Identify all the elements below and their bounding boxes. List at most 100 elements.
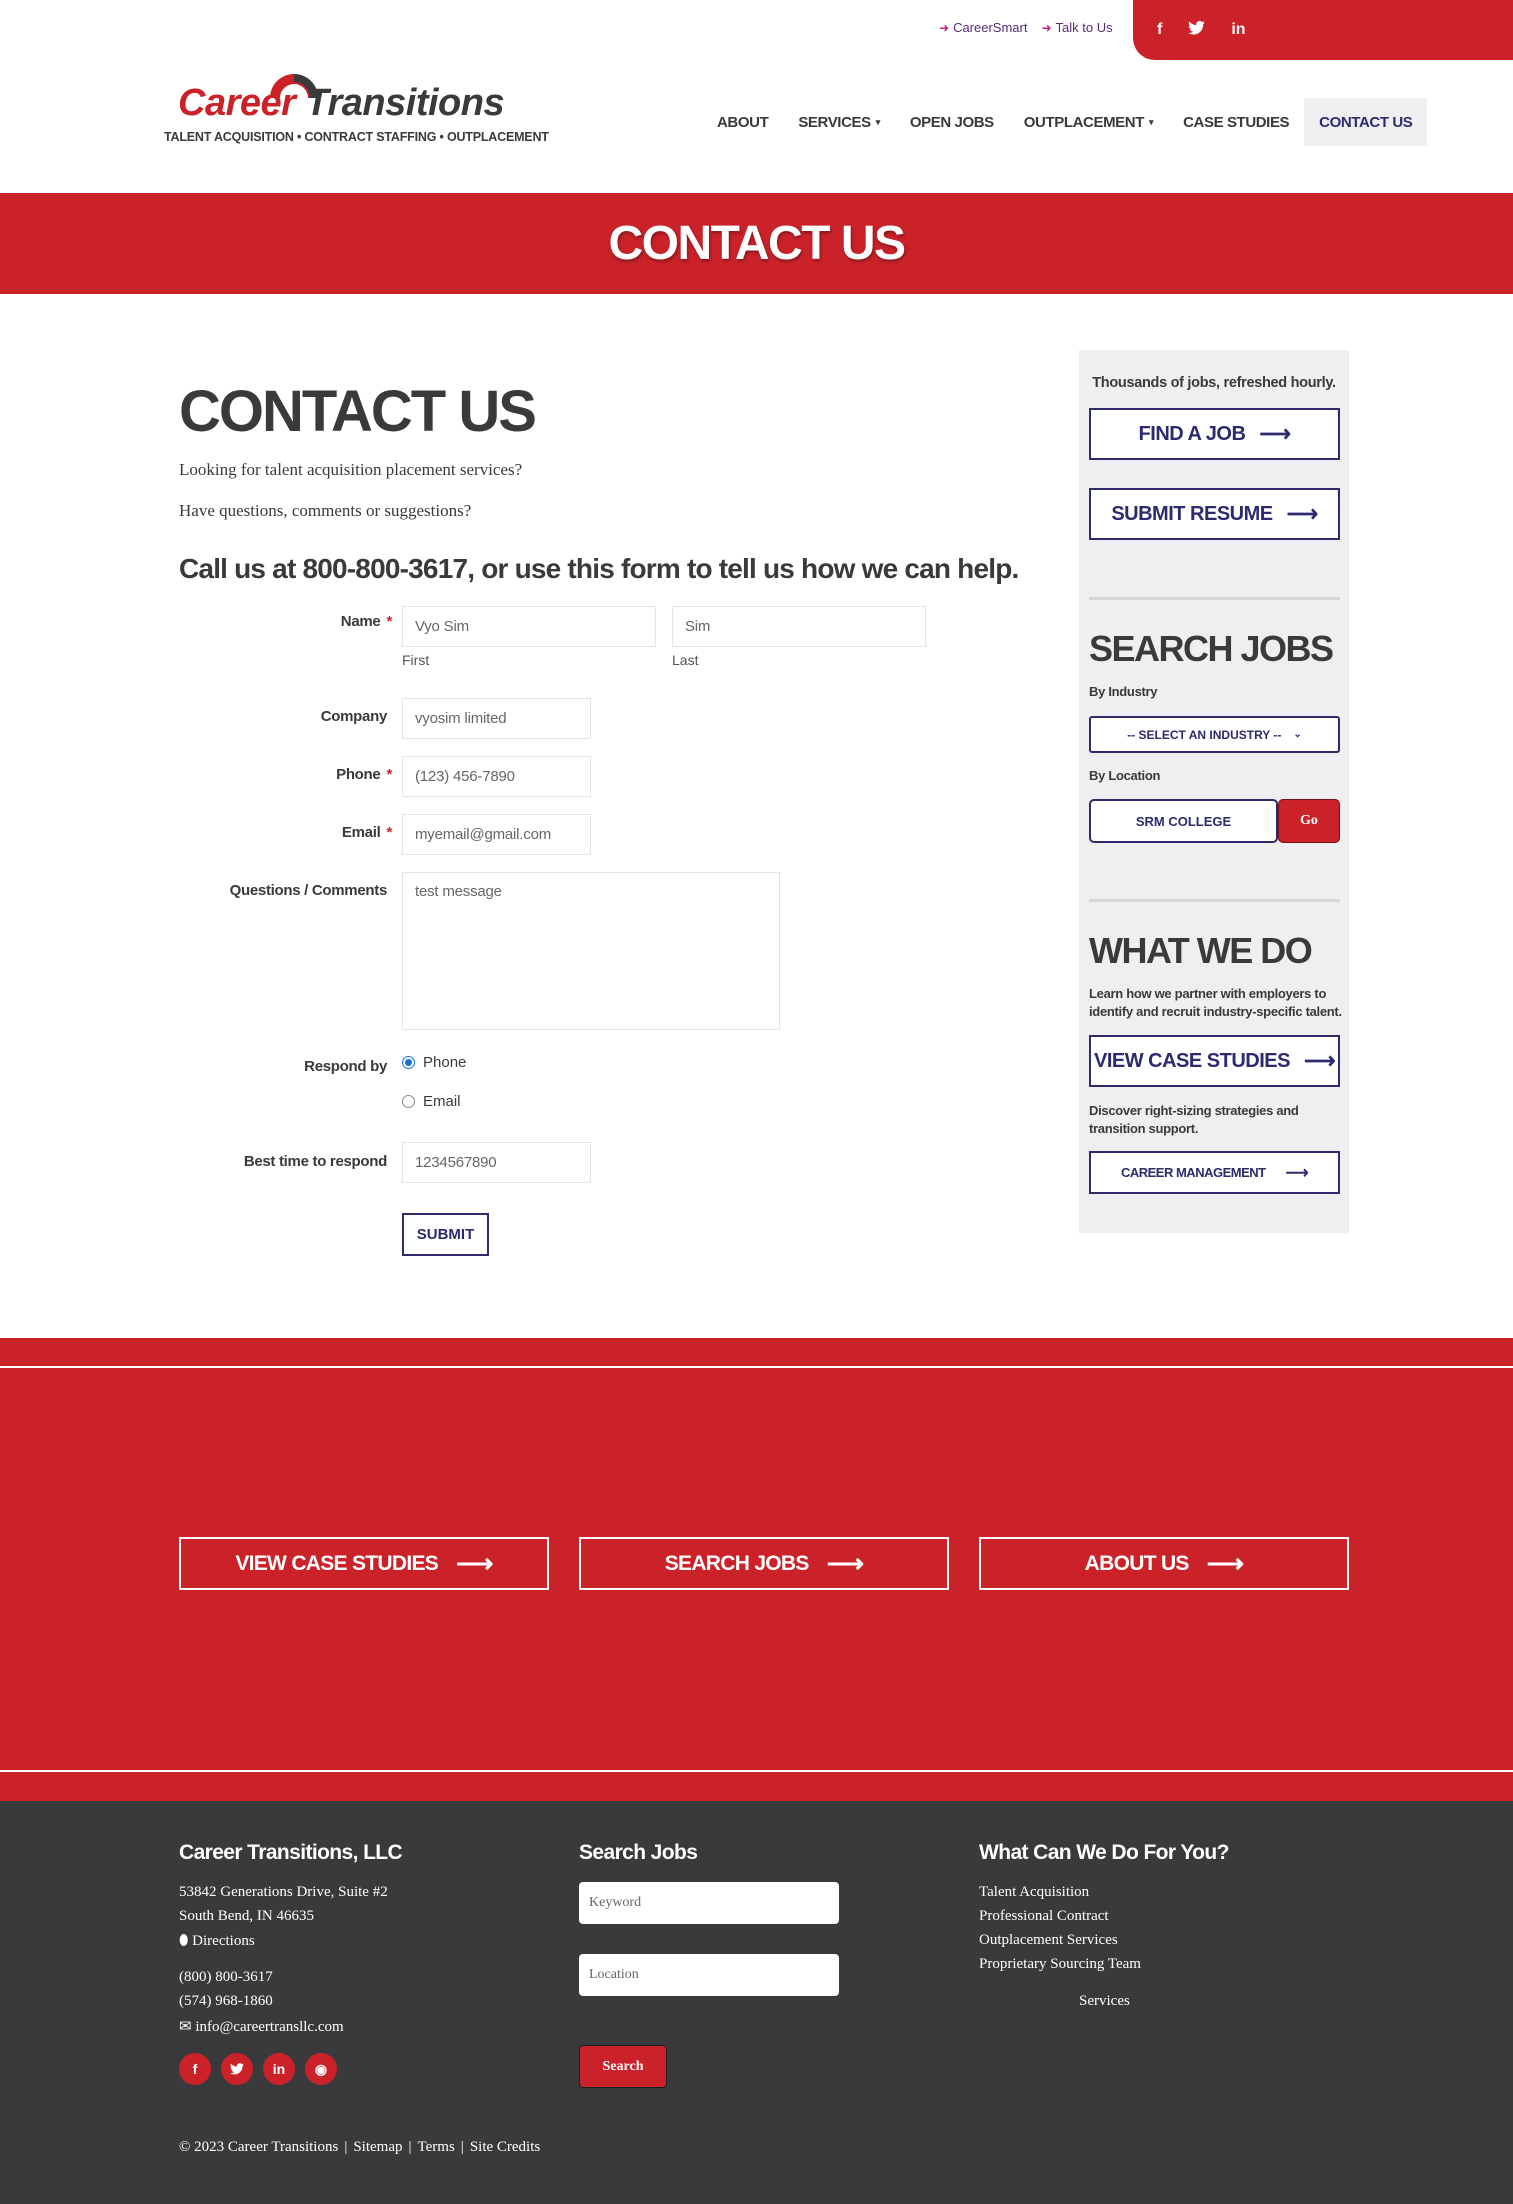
required-marker: * [386,824,392,841]
email-label-text: Email [341,824,381,841]
best-time-input[interactable]: 1234567890 [402,1142,591,1183]
company-input[interactable]: vyosim limited [402,698,591,739]
industry-select-value: -- SELECT AN INDUSTRY -- [1127,727,1282,742]
twitter-icon[interactable] [1188,20,1206,40]
respond-by-label: Respond by [304,1058,387,1075]
email-input[interactable]: myemail@gmail.com [402,814,591,855]
what-we-do-heading: WHAT WE DO [1089,930,1313,971]
email-label: Email * [342,824,392,841]
twitter-icon[interactable] [221,2053,253,2085]
first-name-input[interactable]: Vyo Sim [402,606,656,647]
nav-outplacement-label: OUTPLACEMENT [1023,113,1145,131]
respond-email-label: Email [423,1093,461,1110]
phone-label-text: Phone [336,766,381,783]
nav-contact-us[interactable]: CONTACT US [1304,98,1428,146]
sidebar: Thousands of jobs, refreshed hourly. FIN… [1079,350,1349,1233]
intro-text-2: Have questions, comments or suggestions? [179,501,472,520]
radio-unselected-icon[interactable] [402,1095,415,1108]
last-name-sublabel: Last [672,652,699,668]
separator: | [408,2139,412,2155]
cta-search-jobs-label: SEARCH JOBS [664,1551,810,1575]
nav-case-studies-label: CASE STUDIES [1183,113,1290,131]
footer-service-link[interactable]: Professional Contract [979,1908,1109,1925]
respond-email-radio[interactable]: Email [402,1093,461,1110]
respond-phone-label: Phone [423,1054,467,1071]
facebook-icon[interactable]: f [1157,21,1162,39]
nav-open-jobs[interactable]: OPEN JOBS [895,98,1009,146]
name-label-text: Name [340,613,381,630]
footer-service-link[interactable]: Proprietary Sourcing Team [979,1956,1141,1973]
footer-social-links: f in ◉ [179,2053,337,2085]
careersmart-label: CareerSmart [953,20,1028,35]
footer-service-link[interactable]: Outplacement Services [979,1932,1118,1949]
logo[interactable]: Career Transitions TALENT ACQUISITION • … [164,60,549,150]
page-title: CONTACT US [179,379,537,444]
career-management-button[interactable]: CAREER MANAGEMENT ⟶ [1089,1151,1340,1194]
sitemap-link[interactable]: Sitemap [353,2139,402,2156]
talk-to-us-link[interactable]: ➜ Talk to Us [1041,20,1112,35]
terms-link[interactable]: Terms [418,2139,455,2156]
footer-phone-2[interactable]: (574) 968-1860 [179,1993,273,2010]
logo-tagline: TALENT ACQUISITION • CONTRACT STAFFING •… [164,130,549,144]
comments-textarea[interactable]: test message [402,872,780,1030]
cta-divider-bottom [0,1770,1513,1772]
find-a-job-button[interactable]: FIND A JOB ⟶ [1089,408,1340,460]
footer-service-link[interactable]: Talent Acquisition [979,1884,1089,1901]
footer-services-heading: What Can We Do For You? [979,1841,1229,1864]
footer-directions-label: Directions [192,1933,255,1949]
nav-outplacement[interactable]: OUTPLACEMENT ▾ [1009,98,1168,146]
nav-case-studies[interactable]: CASE STUDIES [1168,98,1304,146]
go-button[interactable]: Go [1278,799,1340,843]
last-name-input[interactable]: Sim [672,606,926,647]
submit-button[interactable]: SUBMIT [402,1213,489,1256]
caret-down-icon: ▾ [1148,116,1154,127]
linkedin-icon[interactable]: in [263,2053,295,2085]
chevron-down-icon: ⌄ [1293,729,1302,740]
footer-directions-link[interactable]: ⬮ Directions [179,1932,255,1950]
nav-services-label: SERVICES [798,113,871,131]
career-management-label: CAREER MANAGEMENT [1120,1165,1266,1180]
logo-word-career: Career [178,82,296,124]
footer-company-heading: Career Transitions, LLC [179,1841,403,1864]
footer-email-link[interactable]: ✉ info@careertransllc.com [179,2017,344,2036]
footer-phone-1[interactable]: (800) 800-3617 [179,1969,273,1986]
respond-phone-radio[interactable]: Phone [402,1054,466,1071]
submit-resume-label: SUBMIT RESUME [1111,502,1273,525]
nav-services[interactable]: SERVICES ▾ [783,98,895,146]
phone-input[interactable]: (123) 456-7890 [402,756,591,797]
footer-search-button[interactable]: Search [579,2045,667,2088]
nav-about[interactable]: ABOUT [702,98,783,146]
site-credits-link[interactable]: Site Credits [470,2139,540,2156]
envelope-icon: ✉ [179,2019,192,2035]
talk-to-us-label: Talk to Us [1055,20,1113,35]
cta-about-us-button[interactable]: ABOUT US ⟶ [979,1537,1349,1590]
facebook-icon[interactable]: f [179,2053,211,2085]
main-nav: ABOUT SERVICES ▾ OPEN JOBS OUTPLACEMENT ▾ … [702,98,1428,146]
separator: | [344,2139,348,2155]
discover-text: Discover right-sizing strategies and tra… [1089,1103,1299,1136]
arrow-right-icon: ⟶ [1286,501,1319,526]
linkedin-icon[interactable]: in [1231,21,1245,39]
footer-services-link[interactable]: Services [1079,1993,1130,2010]
arrow-right-icon: ⟶ [1285,1164,1309,1182]
arrow-right-icon: ⟶ [826,1548,864,1578]
footer-address-line1: 53842 Generations Drive, Suite #2 [179,1884,388,1900]
nav-contact-us-label: CONTACT US [1319,113,1413,131]
industry-select[interactable]: -- SELECT AN INDUSTRY -- ⌄ [1089,716,1340,753]
rss-icon[interactable]: ◉ [305,2053,337,2085]
name-label: Name * [341,613,392,630]
utility-links: ➜ CareerSmart ➜ Talk to Us [939,20,1113,35]
radio-selected-icon[interactable] [402,1056,415,1069]
sidebar-divider [1089,597,1340,600]
company-label: Company [320,708,388,725]
footer-location-input[interactable]: Location [579,1954,839,1996]
location-input[interactable]: SRM COLLEGE [1089,799,1278,843]
careersmart-link[interactable]: ➜ CareerSmart [939,20,1027,35]
footer-keyword-input[interactable]: Keyword [579,1882,839,1924]
submit-resume-button[interactable]: SUBMIT RESUME ⟶ [1089,488,1340,540]
required-marker: * [386,766,392,783]
cta-view-case-studies-button[interactable]: VIEW CASE STUDIES ⟶ [179,1537,549,1590]
arrow-right-icon: ⟶ [1259,421,1291,446]
cta-search-jobs-button[interactable]: SEARCH JOBS ⟶ [579,1537,949,1590]
view-case-studies-button[interactable]: VIEW CASE STUDIES ⟶ [1089,1035,1340,1087]
